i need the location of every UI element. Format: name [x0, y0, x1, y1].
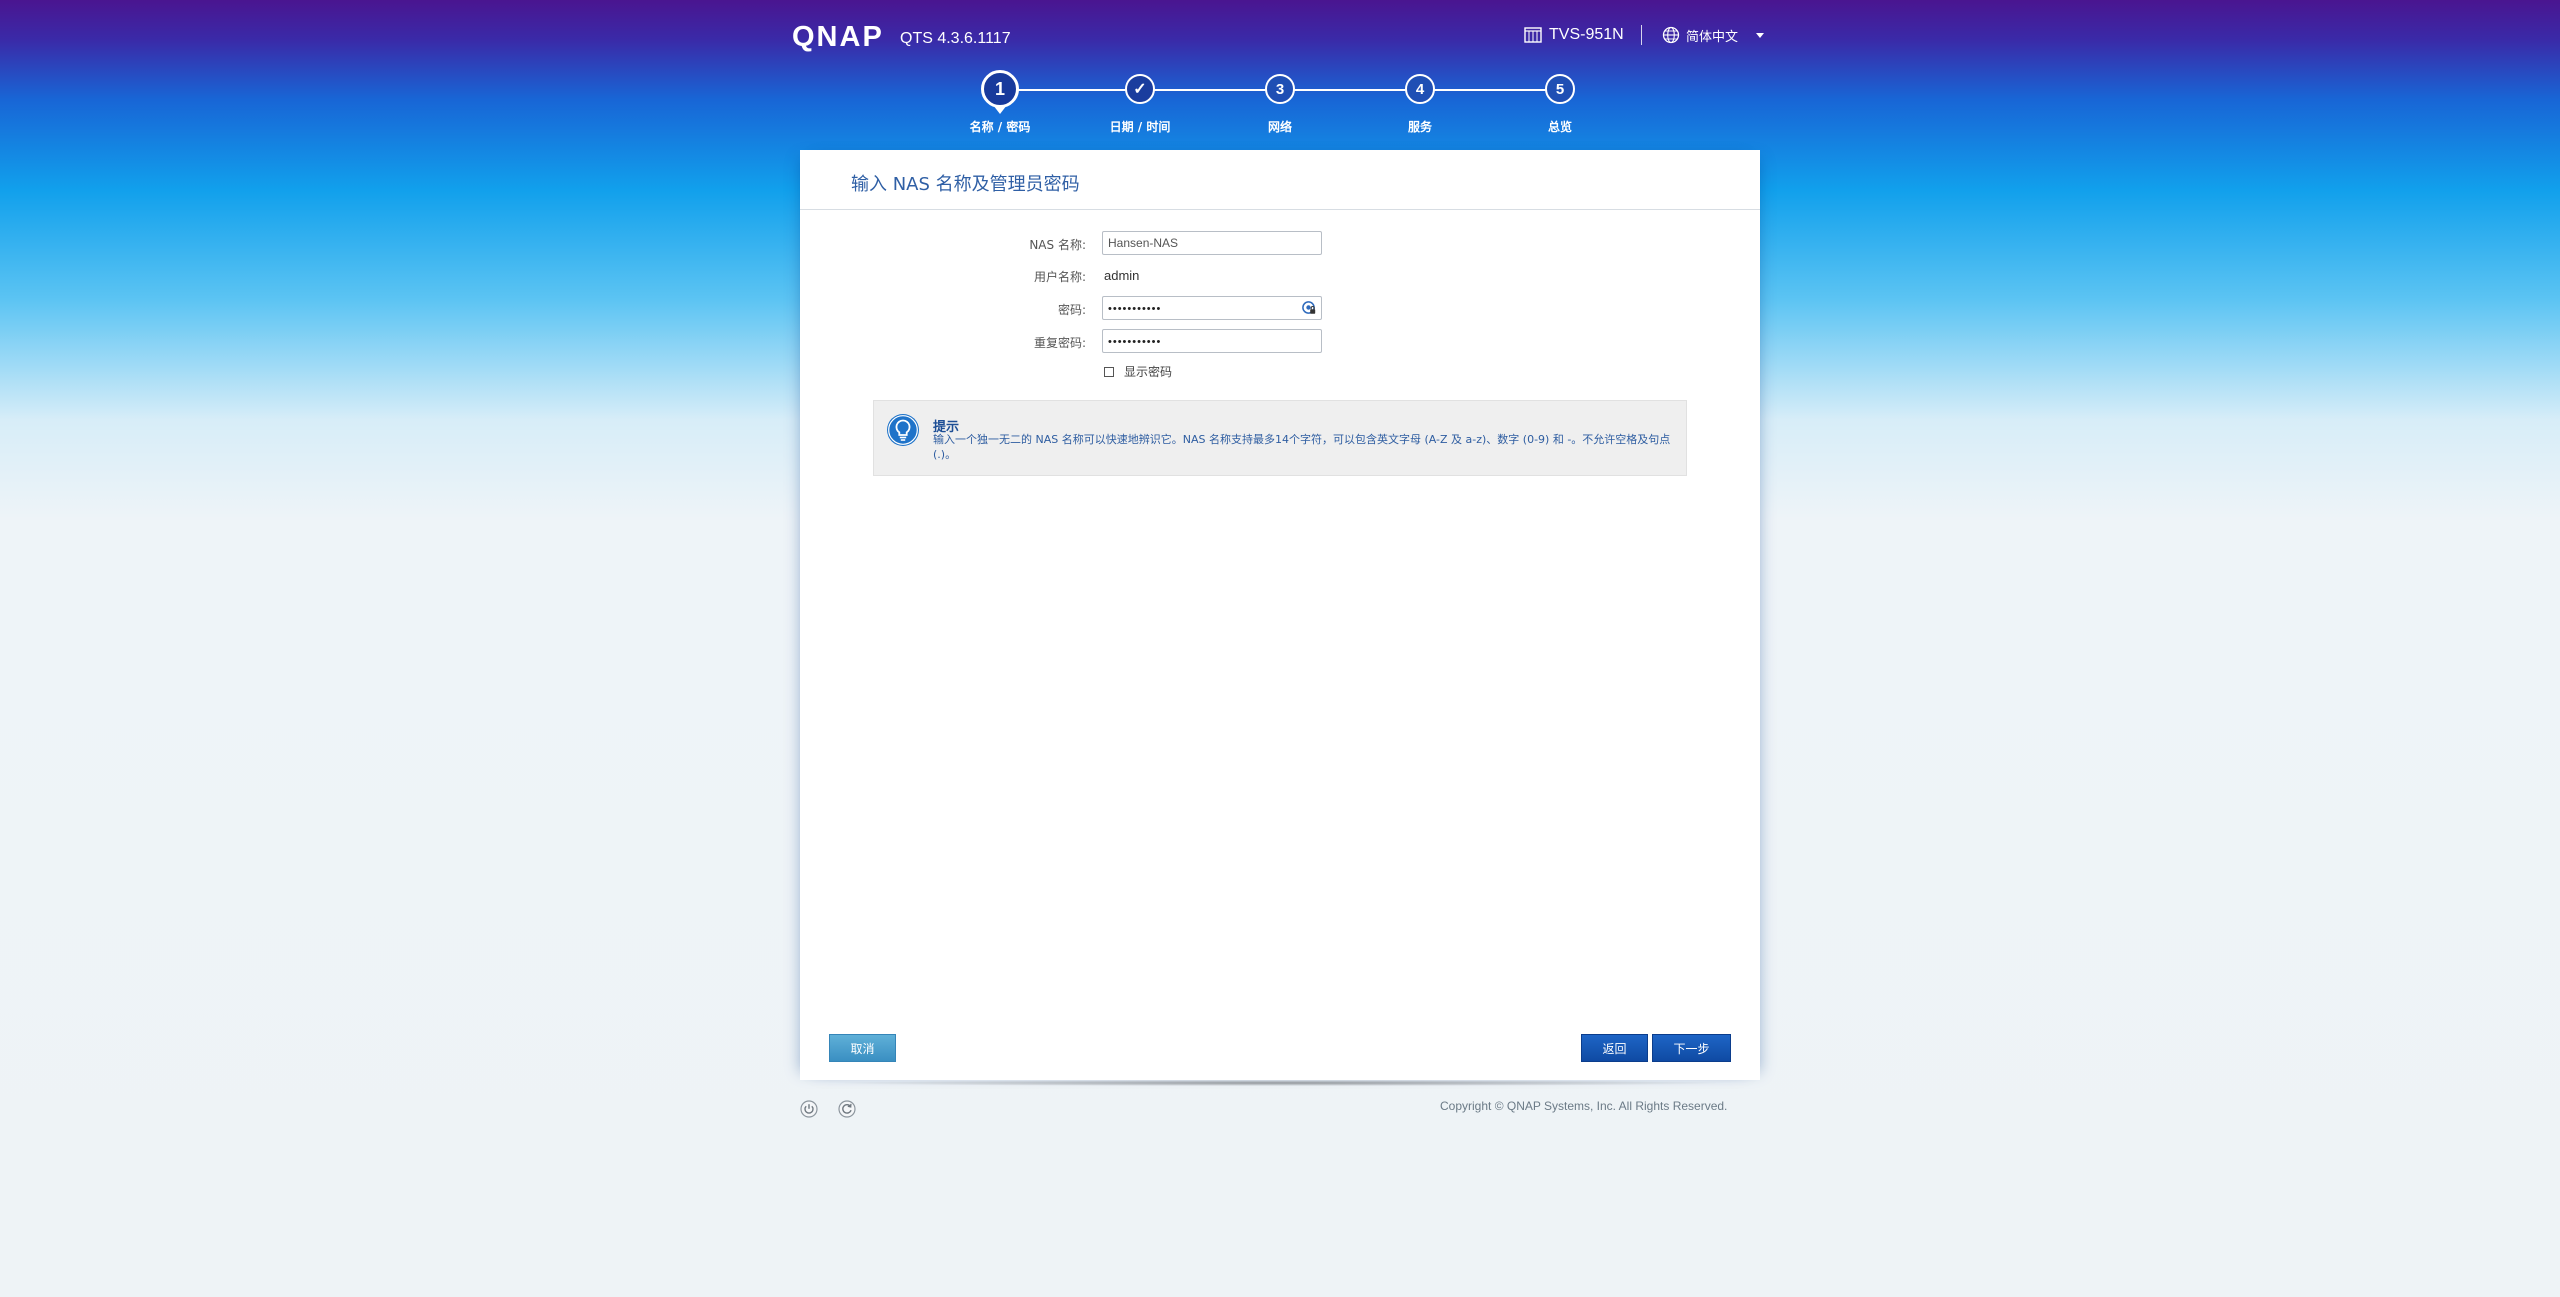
step-4: 4: [1405, 74, 1435, 104]
step-3: 3: [1265, 74, 1295, 104]
confirm-password-value: •••••••••••: [1108, 336, 1162, 348]
password-value: •••••••••••: [1108, 303, 1162, 315]
copyright-text: Copyright © QNAP Systems, Inc. All Right…: [1440, 1099, 1728, 1113]
page-title: 输入 NAS 名称及管理员密码: [851, 174, 1080, 195]
power-icon[interactable]: [800, 1100, 818, 1118]
username-value: admin: [1104, 268, 1140, 283]
chevron-down-icon: [1756, 32, 1765, 38]
panel-header: 输入 NAS 名称及管理员密码: [800, 150, 1760, 210]
confirm-password-input[interactable]: •••••••••••: [1102, 329, 1322, 353]
username-row: 用户名称: admin: [800, 263, 1760, 289]
step-5-label: 总览: [1547, 120, 1572, 134]
show-password-option[interactable]: 显示密码: [1104, 363, 1172, 380]
header-divider: [1641, 25, 1642, 45]
firmware-version: QTS 4.3.6.1117: [900, 30, 1011, 47]
tip-text: 输入一个独一无二的 NAS 名称可以快速地辨识它。NAS 名称支持最多14个字符…: [933, 433, 1671, 461]
language-label: 简体中文: [1686, 29, 1739, 45]
nas-name-label: NAS 名称:: [1029, 238, 1086, 252]
step-2: ✓: [1125, 74, 1155, 104]
show-password-label: 显示密码: [1124, 365, 1173, 379]
step-5: 5: [1545, 74, 1575, 104]
language-selector[interactable]: 简体中文: [1662, 24, 1765, 46]
device-model-label: TVS-951N: [1549, 26, 1624, 43]
wizard-panel: 输入 NAS 名称及管理员密码 NAS 名称: 用户名称: admin 密码: …: [800, 150, 1760, 1080]
nas-name-row: NAS 名称:: [800, 231, 1760, 257]
globe-icon: [1662, 26, 1680, 44]
confirm-password-row: 重复密码: •••••••••••: [800, 329, 1760, 355]
tip-box: 提示 输入一个独一无二的 NAS 名称可以快速地辨识它。NAS 名称支持最多14…: [873, 400, 1687, 476]
username-label: 用户名称:: [1033, 270, 1086, 284]
top-bar: QNAP QTS 4.3.6.1117 TVS-951N 简体中文: [0, 0, 2560, 70]
password-row: 密码: •••••••••••: [800, 296, 1760, 322]
password-label: 密码:: [1057, 303, 1086, 317]
show-password-checkbox[interactable]: [1104, 366, 1114, 377]
password-strength-icon[interactable]: [1302, 301, 1316, 315]
step-1: 1: [981, 70, 1019, 108]
panel-shadow: [836, 1080, 1724, 1086]
lightbulb-icon: [887, 414, 919, 446]
active-step-pointer: [993, 105, 1007, 114]
cancel-button[interactable]: 取消: [829, 1034, 896, 1062]
step-3-label: 网络: [1267, 120, 1292, 134]
password-input[interactable]: •••••••••••: [1102, 296, 1322, 320]
next-button[interactable]: 下一步: [1652, 1034, 1731, 1062]
step-2-label: 日期 / 时间: [1109, 120, 1171, 134]
nas-name-input[interactable]: [1102, 231, 1322, 255]
qnap-logo: QNAP: [792, 21, 884, 53]
nas-device-icon: [1524, 27, 1542, 43]
device-model: TVS-951N: [1524, 24, 1624, 46]
step-4-label: 服务: [1407, 120, 1432, 134]
back-button[interactable]: 返回: [1581, 1034, 1648, 1062]
restart-icon[interactable]: [838, 1100, 856, 1118]
confirm-password-label: 重复密码:: [1033, 336, 1086, 350]
step-1-label: 名称 / 密码: [969, 120, 1031, 134]
